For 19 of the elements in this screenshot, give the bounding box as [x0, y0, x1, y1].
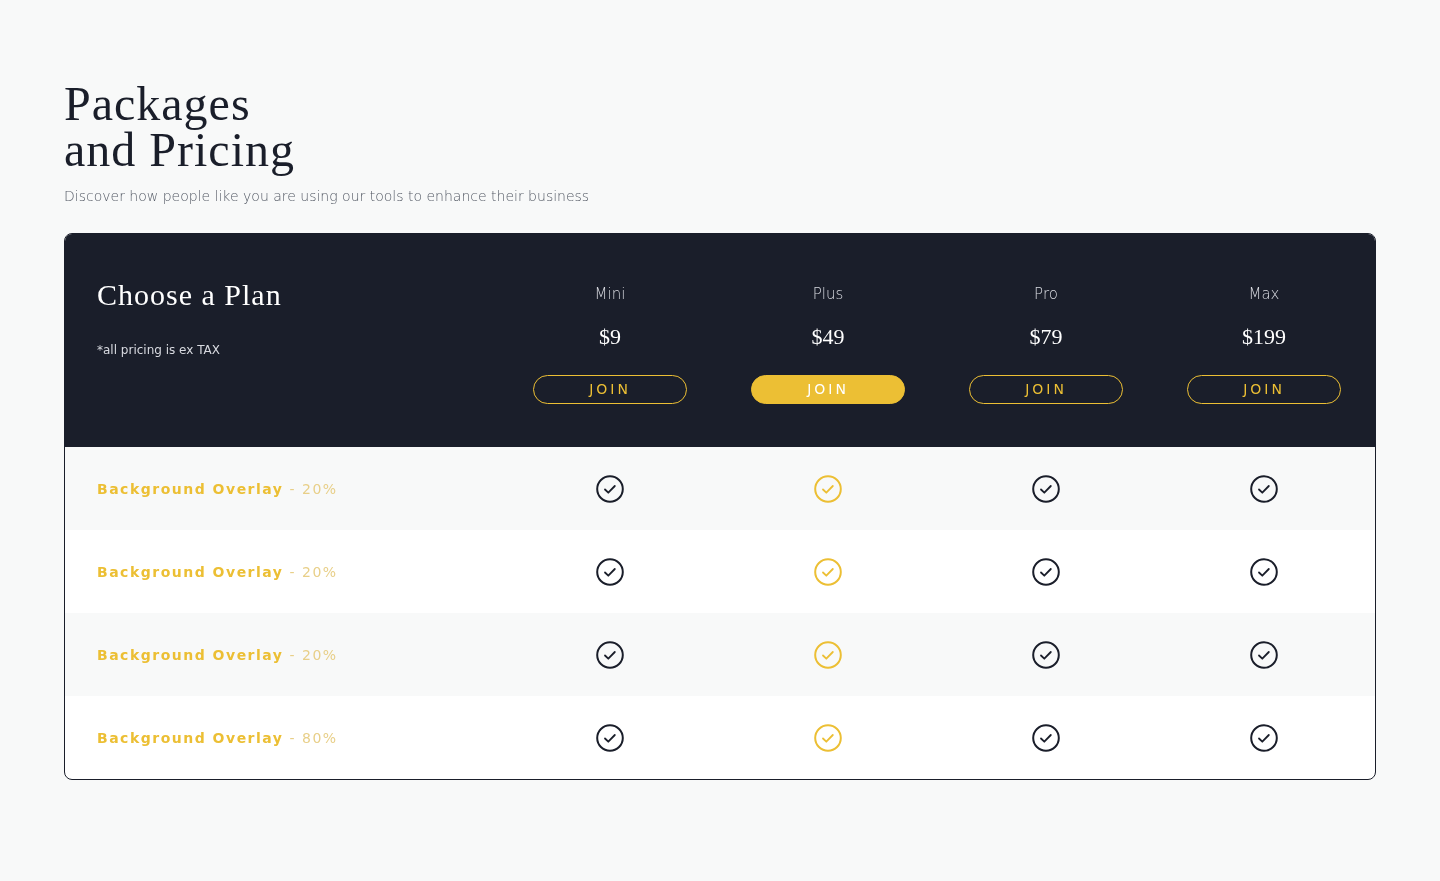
feature-name: Background Overlay: [97, 646, 284, 663]
plan-price: $199: [1242, 322, 1286, 351]
feature-name: Background Overlay: [97, 480, 284, 497]
plan-name: Max: [1248, 284, 1280, 305]
plan-price: $49: [811, 322, 845, 351]
feature-value: - 20%: [289, 563, 338, 580]
feature-name: Background Overlay: [97, 729, 284, 746]
feature-value: - 20%: [289, 646, 338, 663]
feature-value: - 20%: [289, 480, 338, 497]
plan-name: Mini: [594, 284, 626, 305]
plan-price: $79: [1029, 322, 1063, 351]
plan-name: Plus: [812, 284, 844, 305]
feature-name: Background Overlay: [97, 563, 284, 580]
feature-value: - 80%: [289, 729, 338, 746]
plan-price: $9: [599, 322, 621, 351]
table-title: Choose a Plan: [97, 277, 282, 313]
subtitle: Discover how people like you are using our tools to enhance their business: [64, 187, 591, 206]
pricing-note: *all pricing is ex TAX: [97, 342, 220, 359]
plan-name: Pro: [1034, 284, 1058, 305]
